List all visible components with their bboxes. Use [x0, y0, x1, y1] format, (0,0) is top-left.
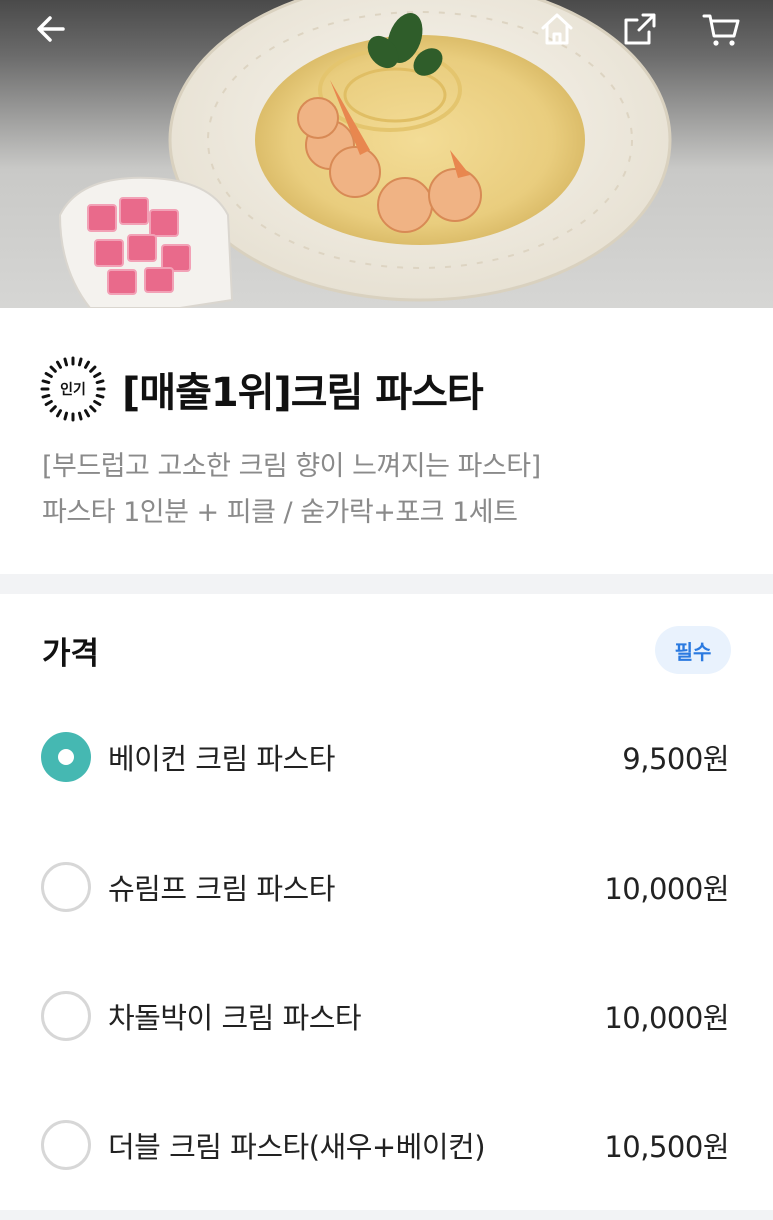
menu-title: [매출1위]크림 파스타	[122, 370, 484, 416]
hero-image	[0, 0, 773, 308]
option-price: 10,000원	[604, 1001, 729, 1035]
option-label: 더블 크림 파스타(새우+베이컨)	[108, 1130, 486, 1164]
radio-button[interactable]	[41, 862, 91, 912]
menu-description-line1: [부드럽고 고소한 크림 향이 느껴지는 파스타]	[42, 451, 541, 482]
price-option-double[interactable]: 더블 크림 파스타(새우+베이컨) 10,500원	[0, 1100, 773, 1190]
price-option-bacon[interactable]: 베이컨 크림 파스타 9,500원	[0, 712, 773, 802]
cart-icon	[702, 14, 740, 46]
option-label: 베이컨 크림 파스타	[108, 742, 335, 776]
price-option-section: 가격 필수 베이컨 크림 파스타 9,500원 슈림프 크림 파스타 10,00…	[0, 594, 773, 1210]
price-section-title: 가격	[42, 636, 100, 672]
share-icon	[624, 13, 656, 45]
price-option-brisket[interactable]: 차돌박이 크림 파스타 10,000원	[0, 971, 773, 1061]
radio-button[interactable]	[41, 732, 91, 782]
section-divider	[0, 574, 773, 594]
title-row: 인기 [매출1위]크림 파스타	[40, 356, 484, 422]
bottom-divider	[0, 1210, 773, 1220]
cart-button[interactable]	[698, 6, 744, 52]
option-price: 10,500원	[604, 1130, 729, 1164]
option-price: 10,000원	[604, 872, 729, 906]
price-option-shrimp[interactable]: 슈림프 크림 파스타 10,000원	[0, 842, 773, 932]
radio-button[interactable]	[41, 991, 91, 1041]
back-button[interactable]	[28, 6, 74, 52]
home-icon	[541, 13, 573, 45]
menu-description-line2: 파스타 1인분 + 피클 / 숟가락+포크 1세트	[42, 497, 518, 528]
required-badge: 필수	[655, 626, 731, 674]
option-price: 9,500원	[622, 742, 729, 776]
popular-badge-label: 인기	[60, 382, 86, 398]
option-label: 차돌박이 크림 파스타	[108, 1001, 362, 1035]
popular-badge: 인기	[40, 356, 106, 422]
radio-button[interactable]	[41, 1120, 91, 1170]
home-button[interactable]	[534, 6, 580, 52]
option-label: 슈림프 크림 파스타	[108, 872, 335, 906]
arrow-left-icon	[37, 16, 65, 42]
share-button[interactable]	[617, 6, 663, 52]
menu-info-section: 인기 [매출1위]크림 파스타 [부드럽고 고소한 크림 향이 느껴지는 파스타…	[0, 308, 773, 574]
